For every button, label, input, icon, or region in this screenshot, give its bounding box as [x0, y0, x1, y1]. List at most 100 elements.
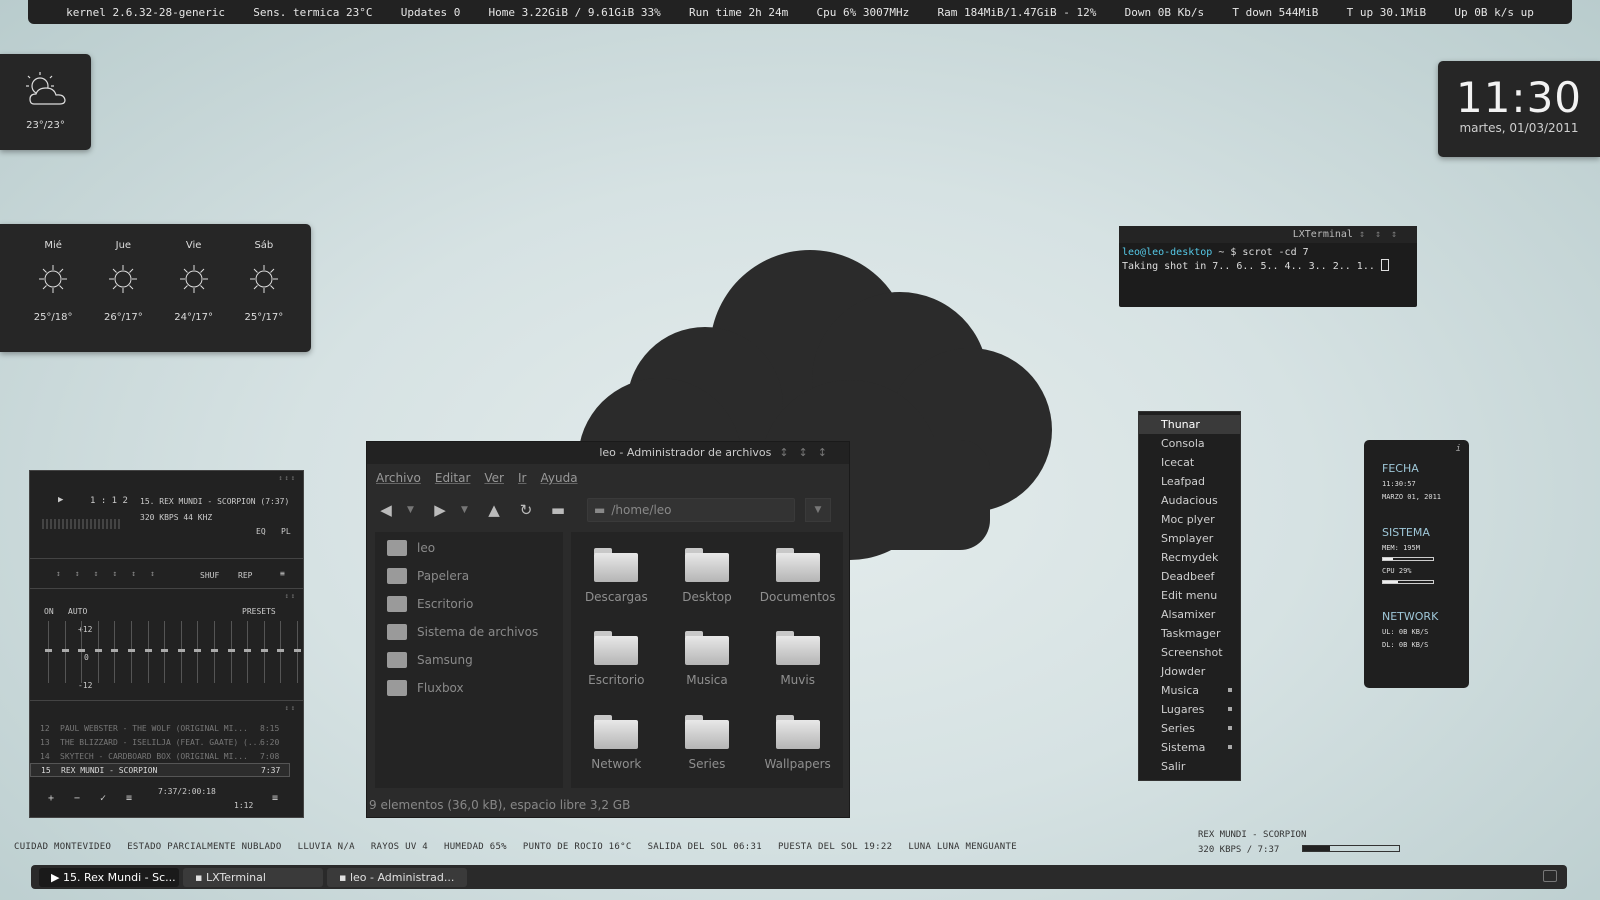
playlist-row[interactable]: 14 SKYTECH - CARDBOARD BOX (ORIGINAL MI..… — [30, 749, 290, 763]
task-button-file-manager[interactable]: ▪ leo - Administrad... — [327, 867, 467, 887]
menu-item[interactable]: Recmydek — [1139, 548, 1240, 567]
menu-editar[interactable]: Editar — [435, 471, 471, 485]
menu-item[interactable]: Moc plyer — [1139, 510, 1240, 529]
info-icon[interactable]: i — [1456, 444, 1461, 454]
back-history-dropdown[interactable]: ▼ — [407, 505, 419, 515]
menu-item[interactable]: Alsamixer — [1139, 605, 1240, 624]
menu-item[interactable]: Taskmager — [1139, 624, 1240, 643]
submenu-item-series[interactable]: Series — [1139, 719, 1240, 738]
partly-cloudy-icon — [25, 72, 66, 105]
eq-auto-button[interactable]: AUTO — [68, 607, 87, 616]
menu-ayuda[interactable]: Ayuda — [540, 471, 577, 485]
eq-sliders[interactable] — [45, 621, 301, 683]
file-manager-titlebar[interactable]: leo - Administrador de archivos ↕↕↕ — [367, 442, 849, 464]
sidebar-item-papelera[interactable]: Papelera — [375, 562, 563, 590]
menu-icon[interactable]: ≡ — [280, 569, 285, 578]
menu-item[interactable]: Smplayer — [1139, 529, 1240, 548]
forward-history-dropdown[interactable]: ▼ — [461, 505, 473, 515]
up-arrow-icon[interactable]: ▲ — [483, 501, 505, 519]
eq-slider[interactable] — [45, 621, 52, 683]
file-item[interactable]: Desktop — [662, 538, 753, 617]
file-item[interactable]: Wallpapers — [752, 705, 843, 784]
play-icon[interactable]: ▶ — [58, 495, 63, 505]
menu-ver[interactable]: Ver — [484, 471, 504, 485]
window-buttons[interactable]: ↕↕↕ — [779, 446, 837, 459]
terminal-titlebar[interactable]: LXTerminal ↕↕↕ — [1119, 226, 1417, 243]
eq-slider[interactable] — [210, 621, 218, 683]
file-manager-window[interactable]: leo - Administrador de archivos ↕↕↕ Archi… — [366, 441, 850, 818]
task-button-terminal[interactable]: ▪ LXTerminal — [183, 867, 323, 887]
window-buttons[interactable]: ↕↕ — [285, 704, 297, 712]
task-button-player[interactable]: ▶ 15. Rex Mundi - Sc... — [39, 867, 179, 887]
eq-on-button[interactable]: ON — [44, 607, 54, 616]
eq-slider[interactable] — [227, 621, 235, 683]
file-item[interactable]: Series — [662, 705, 753, 784]
menu-item[interactable]: Thunar — [1139, 415, 1240, 434]
eq-slider[interactable] — [177, 621, 185, 683]
file-item[interactable]: Documentos — [752, 538, 843, 617]
file-item[interactable]: Muvis — [752, 621, 843, 700]
menu-item[interactable]: Audacious — [1139, 491, 1240, 510]
submenu-item-lugares[interactable]: Lugares — [1139, 700, 1240, 719]
network-tray-icon[interactable] — [1543, 870, 1557, 882]
eq-slider[interactable] — [61, 621, 69, 683]
menu-item[interactable]: Consola — [1139, 434, 1240, 453]
file-item[interactable]: Descargas — [571, 538, 662, 617]
eq-slider[interactable] — [194, 621, 202, 683]
repeat-button[interactable]: REP — [238, 571, 252, 580]
menu-item[interactable]: Jdowder — [1139, 662, 1240, 681]
eq-toggle[interactable]: EQ — [256, 527, 266, 536]
reload-icon[interactable]: ↻ — [515, 501, 537, 519]
eq-slider[interactable] — [94, 621, 102, 683]
shuffle-button[interactable]: SHUF — [200, 571, 219, 580]
playlist-edit-buttons[interactable]: +−✓≡ — [48, 793, 152, 804]
terminal-output[interactable]: leo@leo-desktop ~ $ scrot -cd 7 Taking s… — [1119, 243, 1417, 276]
track-name: SKYTECH - CARDBOARD BOX (ORIGINAL MI... — [60, 751, 248, 761]
weather-sunset: PUESTA DEL SOL 19:22 — [777, 842, 893, 852]
list-icon[interactable]: ≡ — [272, 793, 278, 804]
sidebar-item-samsung[interactable]: Samsung — [375, 646, 563, 674]
sidebar-item-escritorio[interactable]: Escritorio — [375, 590, 563, 618]
menu-item[interactable]: Salir — [1139, 757, 1240, 776]
address-bar[interactable]: ▬ /home/leo — [587, 498, 795, 522]
menu-item[interactable]: Icecat — [1139, 453, 1240, 472]
menu-archivo[interactable]: Archivo — [376, 471, 421, 485]
eq-slider[interactable] — [111, 621, 119, 683]
forward-arrow-icon[interactable]: ▶ — [429, 501, 451, 519]
menu-item[interactable]: Edit menu — [1139, 586, 1240, 605]
menu-item[interactable]: Screenshot — [1139, 643, 1240, 662]
menu-item[interactable]: Leafpad — [1139, 472, 1240, 491]
file-item[interactable]: Musica — [662, 621, 753, 700]
playlist-toggle[interactable]: PL — [281, 527, 291, 536]
playlist-row[interactable]: 12 PAUL WEBSTER - THE WOLF (ORIGINAL MI..… — [30, 721, 290, 735]
eq-slider[interactable] — [293, 621, 301, 683]
eq-slider[interactable] — [244, 621, 252, 683]
playlist-row[interactable]: 13 THE BLIZZARD - ISELILJA (FEAT. GAATE) … — [30, 735, 290, 749]
menu-ir[interactable]: Ir — [518, 471, 526, 485]
file-item[interactable]: Network — [571, 705, 662, 784]
audio-player-widget[interactable]: ↕↕↕ ▶ 1 : 1 2 15. REX MUNDI - SCORPION (… — [29, 470, 304, 818]
eq-slider[interactable] — [144, 621, 152, 683]
eq-slider[interactable] — [277, 621, 285, 683]
file-item[interactable]: Escritorio — [571, 621, 662, 700]
window-buttons[interactable]: ↕↕ — [285, 592, 297, 600]
window-buttons[interactable]: ↕↕↕ — [1359, 229, 1407, 240]
playlist-row-current[interactable]: 15 REX MUNDI - SCORPION 7:37 — [30, 763, 290, 777]
submenu-item-sistema[interactable]: Sistema — [1139, 738, 1240, 757]
eq-slider[interactable] — [161, 621, 169, 683]
sidebar-item-fluxbox[interactable]: Fluxbox — [375, 674, 563, 702]
eq-presets-button[interactable]: PRESETS — [242, 607, 276, 616]
eq-slider[interactable] — [127, 621, 135, 683]
window-buttons[interactable]: ↕↕↕ — [278, 474, 297, 482]
back-arrow-icon[interactable]: ◀ — [375, 501, 397, 519]
menu-item[interactable]: Deadbeef — [1139, 567, 1240, 586]
folder-icon[interactable]: ▬ — [547, 501, 569, 519]
transport-buttons[interactable]: ↕↕↕↕↕↕ — [56, 569, 169, 578]
eq-slider[interactable] — [78, 621, 86, 683]
terminal-window[interactable]: LXTerminal ↕↕↕ leo@leo-desktop ~ $ scrot … — [1119, 226, 1417, 307]
sidebar-item-leo[interactable]: leo — [375, 534, 563, 562]
address-dropdown[interactable]: ▼ — [805, 498, 831, 522]
sidebar-item-sistema[interactable]: Sistema de archivos — [375, 618, 563, 646]
submenu-item-musica[interactable]: Musica — [1139, 681, 1240, 700]
eq-slider[interactable] — [260, 621, 268, 683]
